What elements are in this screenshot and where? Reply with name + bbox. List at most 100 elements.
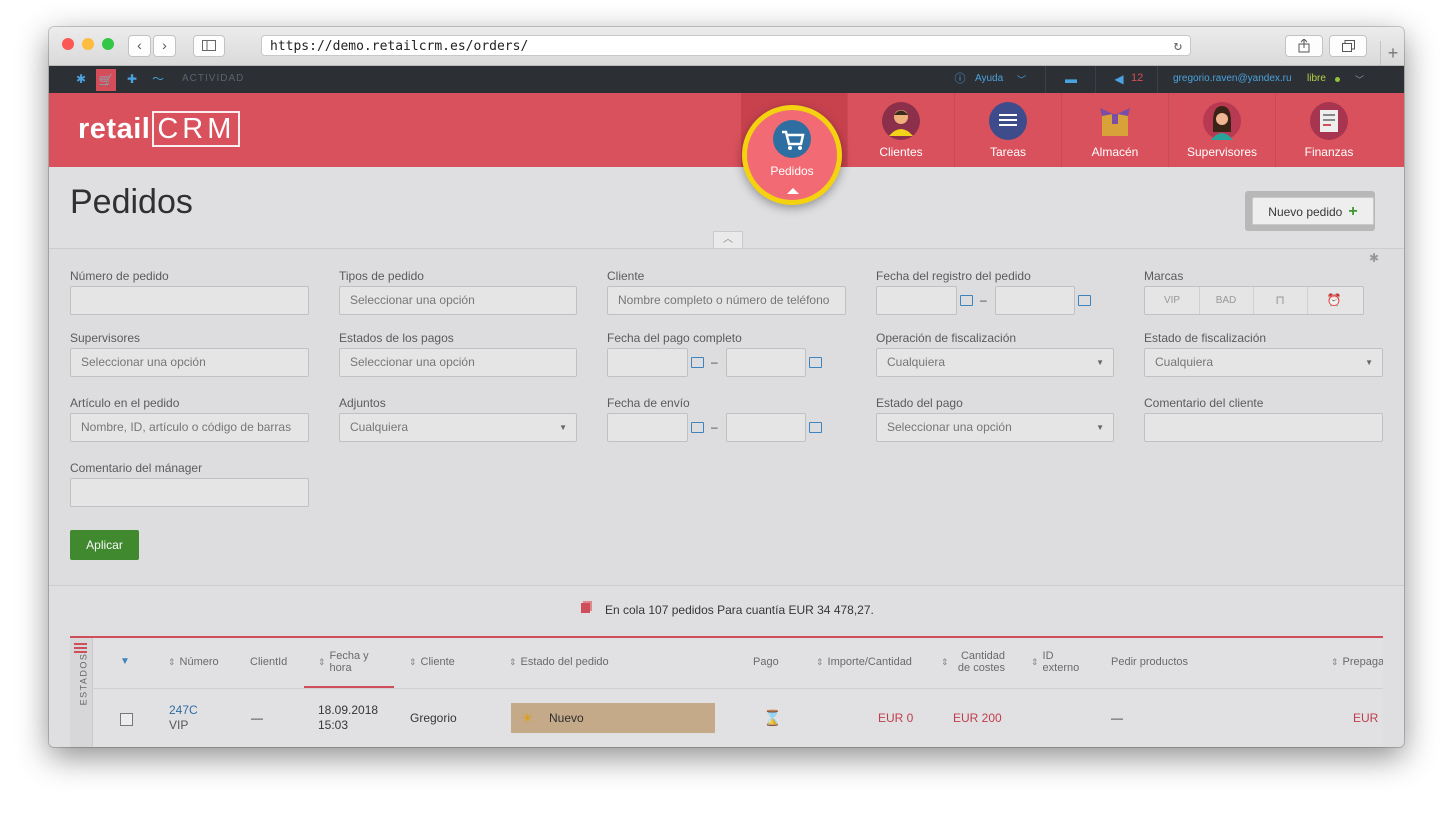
new-tab-button[interactable]: + xyxy=(1380,41,1404,65)
row-checkbox[interactable] xyxy=(120,713,133,726)
close-window-button[interactable] xyxy=(62,38,74,50)
megaphone-icon[interactable]: ◀ xyxy=(1111,71,1127,87)
activity-link[interactable]: ACTIVIDAD xyxy=(182,73,244,84)
nav-warehouse[interactable]: Almacén xyxy=(1061,93,1168,167)
manager-comment-input[interactable] xyxy=(70,478,309,507)
new-order-button[interactable]: Nuevo pedido + xyxy=(1252,197,1374,225)
table-row[interactable]: 247C VIP — 18.09.2018 15:03 Gregorio ☀ N… xyxy=(92,688,1383,747)
filter-settings-gear-icon[interactable]: ✱ xyxy=(1369,251,1379,265)
sort-icon: ⇕ xyxy=(409,657,417,667)
nav-supervisors[interactable]: Supervisores xyxy=(1168,93,1275,167)
calendar-icon[interactable] xyxy=(809,422,822,433)
order-number-link[interactable]: 247C xyxy=(169,703,198,717)
chevron-left-icon: ‹ xyxy=(137,37,142,53)
date-range-dash: – xyxy=(980,293,987,307)
sort-icon: ⇕ xyxy=(941,657,949,667)
column-cost[interactable]: ⇕ Cantidad de costes xyxy=(941,638,1005,686)
notifications-count[interactable]: 12 xyxy=(1131,72,1143,84)
chevron-down-icon[interactable]: ﹀ xyxy=(1017,73,1026,86)
address-bar[interactable]: https://demo.retailcrm.es/orders/ ↻ xyxy=(261,35,1191,56)
calendar-icon[interactable] xyxy=(809,357,822,368)
nav-supervisors-label: Supervisores xyxy=(1186,145,1258,159)
brand-vip-toggle[interactable]: VIP xyxy=(1145,287,1200,314)
nav-customers-label: Clientes xyxy=(879,145,923,159)
column-date[interactable]: ⇕ Fecha y hora xyxy=(318,638,380,686)
attachments-label: Adjuntos xyxy=(339,396,386,410)
nav-tasks[interactable]: Tareas xyxy=(954,93,1061,167)
calendar-icon[interactable] xyxy=(691,357,704,368)
registration-date-from-input[interactable] xyxy=(876,286,957,315)
brand-clock-toggle[interactable]: ⏰ xyxy=(1307,287,1361,314)
back-button[interactable]: ‹ xyxy=(128,35,151,57)
column-number[interactable]: ⇕ Número xyxy=(168,638,219,686)
app-header: retail CRM Pedidos Clientes Tareas Almac… xyxy=(49,93,1404,205)
sort-icon: ⇕ xyxy=(168,657,176,667)
payment-statuses-select[interactable]: Seleccionar una opción xyxy=(339,348,577,377)
tabs-overview-button[interactable] xyxy=(1329,35,1367,57)
finance-icon xyxy=(1310,102,1348,140)
nav-finance[interactable]: Finanzas xyxy=(1275,93,1382,167)
sidebar-toggle-button[interactable] xyxy=(193,35,225,57)
fiscal-operation-select[interactable]: Cualquiera ▼ xyxy=(876,348,1114,377)
fiscal-status-select[interactable]: Cualquiera ▼ xyxy=(1144,348,1383,377)
column-amount[interactable]: ⇕ Importe/Cantidad xyxy=(816,638,912,686)
column-status[interactable]: ⇕ Estado del pedido xyxy=(509,638,609,686)
column-prepaid[interactable]: ⇕ Prepaga xyxy=(1331,638,1383,686)
customer-cell[interactable]: Gregorio xyxy=(410,711,457,725)
minimize-window-button[interactable] xyxy=(82,38,94,50)
nav-orders-highlight[interactable]: Pedidos xyxy=(747,110,837,200)
payment-status-select[interactable]: Seleccionar una opción ▼ xyxy=(876,413,1114,442)
full-payment-date-from-input[interactable] xyxy=(607,348,688,377)
sort-icon: ⇕ xyxy=(1031,657,1039,667)
orders-cart-icon[interactable]: 🛒 xyxy=(96,69,116,91)
shipment-date-from-input[interactable] xyxy=(607,413,688,442)
chevron-right-icon: › xyxy=(162,37,167,53)
settings-gear-icon[interactable]: ✱ xyxy=(73,71,89,87)
apply-button[interactable]: Aplicar xyxy=(70,530,139,560)
status-badge[interactable]: ☀ Nuevo xyxy=(511,703,715,733)
order-types-select[interactable]: Seleccionar una opción xyxy=(339,286,577,315)
shipment-date-to-input[interactable] xyxy=(726,413,806,442)
supervisors-select[interactable]: Seleccionar una opción xyxy=(70,348,309,377)
share-button[interactable] xyxy=(1285,35,1323,57)
order-time: 15:03 xyxy=(318,718,349,732)
registration-date-to-input[interactable] xyxy=(995,286,1075,315)
shipment-date-label: Fecha de envío xyxy=(607,396,690,410)
full-payment-date-to-input[interactable] xyxy=(726,348,806,377)
select-all-dropdown-icon[interactable]: ▼ xyxy=(120,638,130,686)
customer-comment-input[interactable] xyxy=(1144,413,1383,442)
calendar-icon[interactable] xyxy=(1078,295,1091,306)
user-menu-chevron-icon[interactable]: ﹀ xyxy=(1355,73,1364,86)
help-link[interactable]: Ayuda xyxy=(975,73,1003,84)
reload-icon[interactable]: ↻ xyxy=(1174,36,1182,57)
item-in-order-input[interactable]: Nombre, ID, artículo o código de barras xyxy=(70,413,309,442)
caret-down-icon: ▼ xyxy=(1365,358,1373,367)
target-icon[interactable]: ✚ xyxy=(124,71,140,87)
statuses-sidebar-toggle[interactable]: ESTADOS xyxy=(70,638,93,747)
collapse-filters-chevron-icon[interactable]: ︿ xyxy=(713,231,743,248)
column-external-id[interactable]: ⇕ ID externo xyxy=(1031,638,1083,686)
column-customer[interactable]: ⇕ Cliente xyxy=(409,638,455,686)
customer-input[interactable]: Nombre completo o número de teléfono xyxy=(607,286,846,315)
nav-customers[interactable]: Clientes xyxy=(847,93,954,167)
brands-group: VIP BAD ⊓ ⏰ xyxy=(1144,286,1364,315)
column-amount-label: Importe/Cantidad xyxy=(827,656,912,668)
customer-label: Cliente xyxy=(607,269,645,283)
analytics-icon[interactable]: 〜 xyxy=(150,71,166,87)
attachments-select[interactable]: Cualquiera ▼ xyxy=(339,413,577,442)
menu-icon[interactable] xyxy=(74,643,87,645)
user-email-link[interactable]: gregorio.raven@yandex.ru xyxy=(1173,73,1292,84)
zoom-window-button[interactable] xyxy=(102,38,114,50)
chat-icon[interactable]: ▬ xyxy=(1063,71,1079,87)
brand-bad-toggle[interactable]: BAD xyxy=(1199,287,1254,314)
calendar-icon[interactable] xyxy=(960,295,973,306)
forward-button[interactable]: › xyxy=(153,35,176,57)
brand-store-toggle[interactable]: ⊓ xyxy=(1253,287,1308,314)
retailcrm-logo[interactable]: retail CRM xyxy=(78,111,241,147)
column-cost-label: Cantidad de costes xyxy=(957,650,1005,674)
calendar-icon[interactable] xyxy=(691,422,704,433)
order-number-input[interactable] xyxy=(70,286,309,315)
queue-summary: En cola 107 pedidos Para cuantía EUR 34 … xyxy=(49,585,1404,636)
manager-comment-label: Comentario del mánager xyxy=(70,461,203,475)
order-number-label: Número de pedido xyxy=(70,269,169,283)
